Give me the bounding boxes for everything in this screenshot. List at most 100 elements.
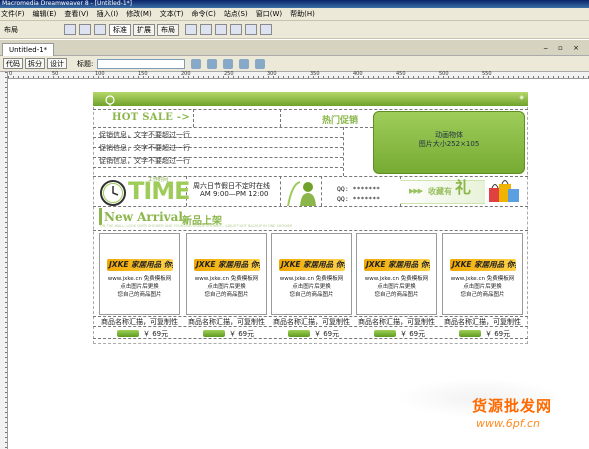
product-info-line: 点击图片后更换 bbox=[207, 284, 246, 290]
animation-placeholder[interactable]: 动画物体 图片大小252×105 bbox=[373, 111, 525, 174]
document-tab[interactable]: Untitled-1* bbox=[2, 43, 55, 56]
menu-window[interactable]: 窗口(W) bbox=[256, 9, 282, 19]
menu-file[interactable]: 文件(F) bbox=[1, 9, 25, 19]
product-info-line: 点击图片后更换 bbox=[292, 284, 331, 290]
insert-category-select[interactable]: 布局 bbox=[4, 25, 42, 35]
buy-button[interactable] bbox=[288, 330, 310, 337]
buy-button[interactable] bbox=[117, 330, 139, 337]
layout-table-icon[interactable] bbox=[185, 24, 197, 35]
frame-icon[interactable] bbox=[94, 24, 106, 35]
product-name: 商品名称汇描，可复制性 bbox=[358, 318, 435, 326]
buy-button[interactable] bbox=[459, 330, 481, 337]
table-gridline bbox=[193, 109, 194, 127]
product-info-line: www.jxke.cn 免费模板网 bbox=[194, 276, 259, 282]
table-gridline bbox=[93, 127, 373, 128]
visual-aids-icon[interactable] bbox=[255, 58, 266, 69]
file-management-icon[interactable] bbox=[191, 58, 202, 69]
menu-modify[interactable]: 修改(M) bbox=[126, 9, 152, 19]
ruler-mark: 250 bbox=[224, 71, 234, 77]
table-gridline bbox=[321, 176, 322, 206]
title-input[interactable] bbox=[97, 58, 186, 69]
layout-cell-icon[interactable] bbox=[200, 24, 212, 35]
table-icon[interactable] bbox=[64, 24, 76, 35]
watermark-url: www.6pf.cn bbox=[476, 417, 540, 430]
menu-text[interactable]: 文本(T) bbox=[160, 9, 184, 19]
menu-view[interactable]: 查看(V) bbox=[64, 9, 88, 19]
ruler-mark: 100 bbox=[95, 71, 105, 77]
expanded-mode-button[interactable]: 扩展 bbox=[133, 23, 155, 36]
promo-line: 促销信息，文字不要超过一行 bbox=[99, 144, 190, 152]
ruler-mark: 350 bbox=[310, 71, 320, 77]
preview-browser-icon[interactable] bbox=[207, 58, 218, 69]
animation-size-label: 图片大小252×105 bbox=[418, 140, 480, 148]
design-view-button[interactable]: 设计 bbox=[47, 58, 67, 69]
window-controls-icon[interactable]: ‒ ▫ × bbox=[543, 44, 583, 52]
product-info-line: 您自己的商品图片 bbox=[460, 292, 505, 298]
tabular-data-icon[interactable] bbox=[260, 24, 272, 35]
ruler-mark: 450 bbox=[396, 71, 406, 77]
menu-insert[interactable]: 插入(I) bbox=[97, 9, 119, 19]
menu-help[interactable]: 帮助(H) bbox=[290, 9, 315, 19]
product-card[interactable]: JXKE 家居用品 你我他 www.jxke.cn 免费模板网 点击图片后更换 … bbox=[442, 233, 523, 315]
ruler-mark: 200 bbox=[181, 71, 191, 77]
arrows-icon: ▶▶▶ bbox=[409, 187, 423, 195]
product-card[interactable]: JXKE 家居用品 你我他 www.jxke.cn 免费模板网 点击图片后更换 … bbox=[99, 233, 180, 315]
layer-icon[interactable] bbox=[79, 24, 91, 35]
frames-icon[interactable] bbox=[245, 24, 257, 35]
product-info-line: 点击图片后更换 bbox=[463, 284, 502, 290]
promo-line: 促销信息，文字不要超过一行 bbox=[99, 131, 190, 139]
refresh-icon[interactable] bbox=[223, 58, 234, 69]
brand-logo: JXKE 家居用品 你我他 bbox=[194, 259, 260, 271]
brand-logo: JXKE 家居用品 你我他 bbox=[450, 259, 516, 271]
menu-commands[interactable]: 命令(C) bbox=[191, 9, 215, 19]
product-info-line: www.jxke.cn 免费模板网 bbox=[450, 276, 515, 282]
clock-icon bbox=[100, 180, 126, 206]
product-info-line: 您自己的商品图片 bbox=[374, 292, 419, 298]
buy-button[interactable] bbox=[203, 330, 225, 337]
product-price: ￥ 69元 bbox=[314, 330, 340, 338]
time-subtitle: 工作时间 bbox=[148, 177, 169, 183]
product-name: 商品名称汇描，可复制性 bbox=[273, 318, 350, 326]
product-info-line: 点击图片后更换 bbox=[377, 284, 416, 290]
title-label: 标题: bbox=[77, 59, 94, 68]
hot-sale-heading: HOT SALE -> bbox=[112, 112, 191, 123]
table-gridline bbox=[280, 109, 281, 127]
brand-logo: JXKE 家居用品 你我他 bbox=[107, 259, 173, 271]
brand-logo: JXKE 家居用品 你我他 bbox=[364, 259, 430, 271]
product-card[interactable]: JXKE 家居用品 你我他 www.jxke.cn 免费模板网 点击图片后更换 … bbox=[271, 233, 352, 315]
product-name: 商品名称汇描，可复制性 bbox=[188, 318, 265, 326]
new-arrival-subtext: ON THE WALL, LOOK OVER SHOWER AND FOUNTA… bbox=[100, 224, 293, 228]
view-options-icon[interactable] bbox=[239, 58, 250, 69]
window-titlebar: Macromedia Dreamweaver 8 - [Untitled-1*] bbox=[0, 0, 589, 8]
table-row-icon[interactable] bbox=[215, 24, 227, 35]
split-view-button[interactable]: 拆分 bbox=[25, 58, 45, 69]
promo-line: 促销信息，文字不要超过一行 bbox=[99, 157, 190, 165]
vertical-ruler bbox=[0, 72, 8, 449]
ruler-mark: 50 bbox=[52, 71, 59, 77]
favorite-gift-char: 礼 bbox=[455, 178, 472, 197]
qq-contact: QQ: ******* bbox=[337, 185, 381, 193]
product-card[interactable]: JXKE 家居用品 你我他 www.jxke.cn 免费模板网 点击图片后更换 … bbox=[186, 233, 267, 315]
standard-mode-button[interactable]: 标准 bbox=[109, 23, 131, 36]
qq-contact: QQ: ******* bbox=[337, 195, 381, 203]
table-gridline bbox=[280, 176, 281, 206]
product-price: ￥ 69元 bbox=[143, 330, 169, 338]
product-info-line: www.jxke.cn 免费模板网 bbox=[279, 276, 344, 282]
menu-edit[interactable]: 编辑(E) bbox=[33, 9, 57, 19]
product-name: 商品名称汇描，可复制性 bbox=[444, 318, 521, 326]
product-price: ￥ 69元 bbox=[485, 330, 511, 338]
table-gridline bbox=[93, 109, 528, 110]
table-col-icon[interactable] bbox=[230, 24, 242, 35]
layout-mode-button[interactable]: 布局 bbox=[157, 23, 179, 36]
code-view-button[interactable]: 代码 bbox=[3, 58, 23, 69]
product-card[interactable]: JXKE 家居用品 你我他 www.jxke.cn 免费模板网 点击图片后更换 … bbox=[356, 233, 437, 315]
document-toolbar: 代码 拆分 设计 标题: bbox=[0, 56, 589, 72]
new-arrival-heading: New Arrival bbox=[104, 210, 183, 224]
header-decor: ◆ bbox=[519, 94, 524, 101]
ruler-mark: 150 bbox=[138, 71, 148, 77]
table-gridline bbox=[343, 127, 344, 176]
buy-button[interactable] bbox=[374, 330, 396, 337]
ruler-mark: 400 bbox=[353, 71, 363, 77]
menu-site[interactable]: 站点(S) bbox=[224, 9, 248, 19]
brand-logo: JXKE 家居用品 你我他 bbox=[279, 259, 345, 271]
